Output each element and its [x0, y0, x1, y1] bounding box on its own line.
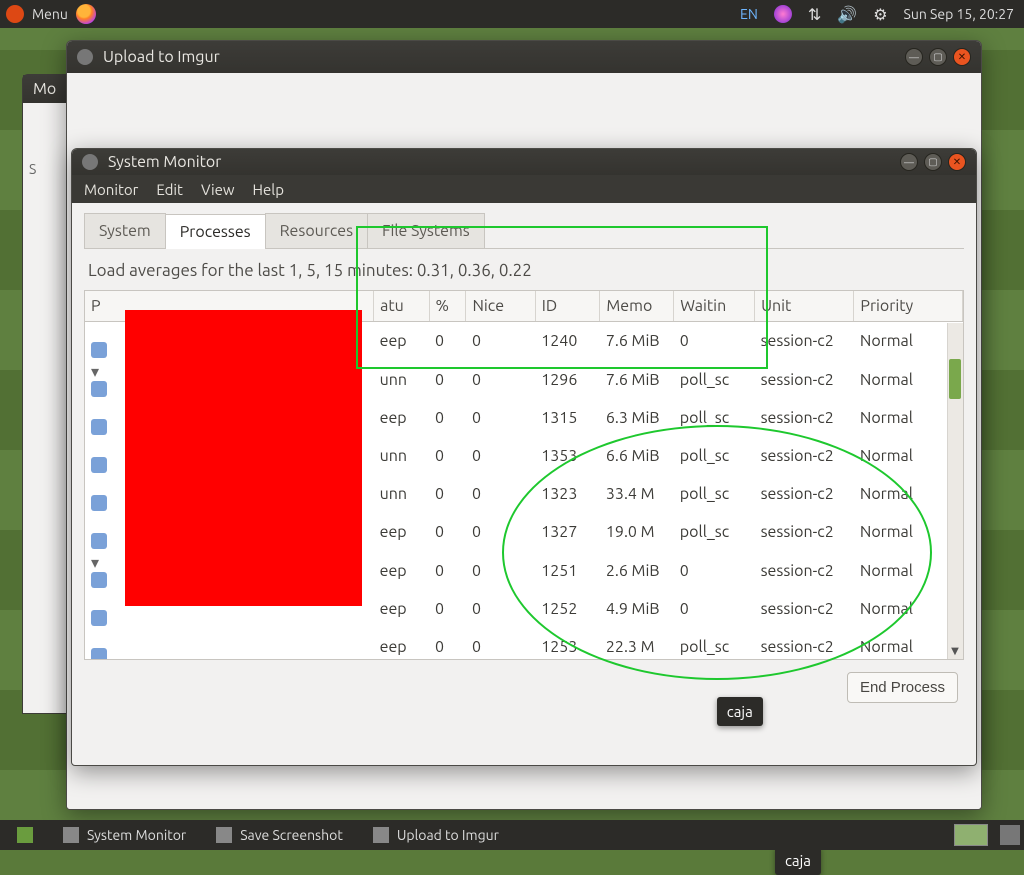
maximize-button[interactable]: ▢ [929, 48, 947, 66]
hover-tooltip-visible: caja [775, 846, 821, 875]
process-cell: eep [374, 513, 429, 551]
show-desktop-icon [17, 827, 33, 843]
menu-view[interactable]: View [201, 181, 235, 198]
close-button[interactable]: ✕ [948, 153, 966, 171]
taskbar-item-upload-imgur[interactable]: Upload to Imgur [360, 822, 512, 848]
menu-button[interactable]: Menu [32, 6, 68, 22]
tab-system[interactable]: System [84, 213, 166, 248]
annotation-red-block [125, 310, 363, 606]
trash-icon[interactable] [1000, 825, 1020, 845]
end-process-button[interactable]: End Process [847, 672, 958, 703]
clock[interactable]: Sun Sep 15, 20:27 [900, 6, 1018, 22]
power-settings-icon[interactable]: ⚙ [869, 5, 891, 24]
taskbar-item-save-screenshot[interactable]: Save Screenshot [203, 822, 356, 848]
scrollbar-track[interactable]: ▲ ▼ [947, 323, 963, 659]
process-cell: 0 [429, 628, 466, 660]
flame-tray-icon[interactable] [770, 5, 796, 23]
process-cell: session-c2 [755, 360, 854, 399]
sysmon-app-icon [82, 154, 98, 170]
process-cell: 0 [466, 628, 535, 660]
process-cell: 0 [429, 399, 466, 437]
process-cell: unn [374, 475, 429, 513]
imgur-taskbar-icon [373, 827, 389, 843]
process-cell: eep [374, 399, 429, 437]
process-cell: session-c2 [755, 322, 854, 361]
imgur-app-icon [77, 49, 93, 65]
scrollbar-thumb[interactable] [949, 359, 961, 399]
taskbar-item-system-monitor[interactable]: System Monitor [50, 822, 199, 848]
process-cell: eep [374, 551, 429, 590]
process-cell: 0 [466, 399, 535, 437]
menu-monitor[interactable]: Monitor [84, 181, 138, 198]
show-desktop-button[interactable] [4, 822, 46, 848]
tab-processes[interactable]: Processes [165, 214, 266, 249]
minimize-button[interactable]: — [900, 153, 918, 171]
sysmon-window-title: System Monitor [108, 153, 221, 171]
network-icon[interactable]: ⇅ [804, 5, 825, 24]
imgur-titlebar[interactable]: Upload to Imgur — ▢ ✕ [67, 41, 981, 73]
minimize-button[interactable]: — [905, 48, 923, 66]
volume-icon[interactable]: 🔊 [833, 5, 861, 24]
taskbar-label: Save Screenshot [240, 827, 343, 843]
process-cell: 0 [429, 513, 466, 551]
background-window: Mo S [22, 74, 72, 714]
column-header[interactable]: Priority [854, 291, 963, 322]
process-cell: 0 [429, 551, 466, 590]
sysmon-titlebar[interactable]: System Monitor — ▢ ✕ [72, 149, 976, 175]
scroll-down-icon[interactable]: ▼ [947, 643, 963, 659]
process-cell: 0 [466, 437, 535, 475]
taskbar-label: System Monitor [87, 827, 186, 843]
process-cell: 1315 [535, 399, 600, 437]
annotation-green-rectangle [356, 226, 768, 369]
screenshot-taskbar-icon [216, 827, 232, 843]
bg-window-title-fragment: Mo [33, 80, 56, 98]
process-cell: 0 [429, 590, 466, 628]
workspace-switcher[interactable] [954, 824, 988, 846]
menu-help[interactable]: Help [253, 181, 284, 198]
sysmon-taskbar-icon [63, 827, 79, 843]
top-panel: Menu EN ⇅ 🔊 ⚙ Sun Sep 15, 20:27 [0, 0, 1024, 28]
distro-logo-icon[interactable] [6, 5, 24, 23]
bottom-panel: System Monitor Save Screenshot Upload to… [0, 820, 1024, 850]
tab-resources[interactable]: Resources [265, 213, 368, 248]
column-header[interactable]: Unit [755, 291, 854, 322]
process-cell: 0 [429, 437, 466, 475]
taskbar-label: Upload to Imgur [397, 827, 499, 843]
bg-window-tab-fragment: S [29, 161, 36, 177]
process-cell: eep [374, 628, 429, 660]
process-cell: unn [374, 437, 429, 475]
menu-edit[interactable]: Edit [156, 181, 183, 198]
annotation-green-circle [502, 425, 932, 680]
process-cell: 0 [429, 475, 466, 513]
close-button[interactable]: ✕ [953, 48, 971, 66]
firefox-icon[interactable] [76, 4, 96, 24]
process-tooltip: caja [717, 697, 763, 726]
imgur-window-title: Upload to Imgur [103, 48, 220, 66]
keyboard-layout-indicator[interactable]: EN [736, 6, 762, 22]
maximize-button[interactable]: ▢ [924, 153, 942, 171]
sysmon-menubar: Monitor Edit View Help [72, 175, 976, 203]
process-name-cell [85, 628, 374, 660]
process-cell: eep [374, 590, 429, 628]
